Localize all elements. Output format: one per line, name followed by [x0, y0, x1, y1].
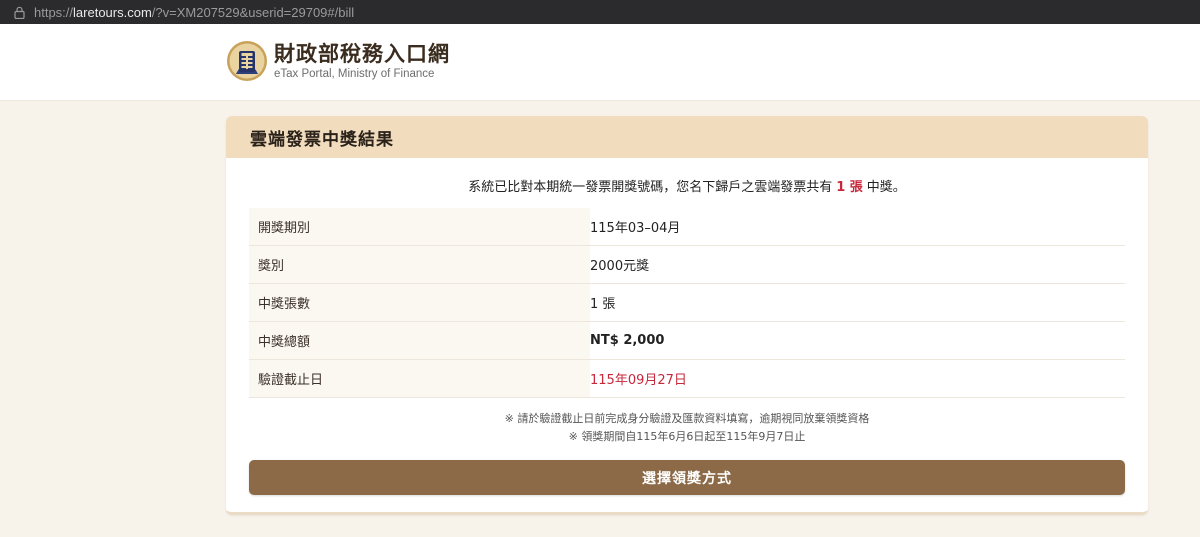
- url-text[interactable]: https://laretours.com/?v=XM207529&userid…: [34, 5, 354, 20]
- deadline-value: 115年09月27日: [590, 373, 687, 388]
- prize-total-value: NT$ 2,000: [590, 333, 665, 348]
- site-header: 財政部稅務入口網 eTax Portal, Ministry of Financ…: [0, 24, 1200, 101]
- url-path: /?v=XM207529&userid=29709#/bill: [151, 4, 355, 20]
- etax-seal-icon: [227, 41, 267, 81]
- prize-result-card: 雲端發票中獎結果 系統已比對本期統一發票開獎號碼，您名下歸戶之雲端發票共有 1 張…: [226, 116, 1148, 515]
- site-name-cn: 財政部稅務入口網: [274, 40, 450, 66]
- notes: ※ 請於驗證截止日前完成身分驗證及匯款資料填寫，逾期視同放棄領獎資格 ※ 領獎期…: [226, 410, 1148, 446]
- summary-text: 系統已比對本期統一發票開獎號碼，您名下歸戶之雲端發票共有 1 張中獎。: [226, 176, 1148, 195]
- row-label: 中獎總額: [249, 321, 590, 360]
- summary-prefix: 系統已比對本期統一發票開獎號碼，您名下歸戶之雲端發票共有: [468, 180, 833, 195]
- browser-address-bar[interactable]: https://laretours.com/?v=XM207529&userid…: [0, 0, 1200, 24]
- table-row: 中獎總額 NT$ 2,000: [249, 321, 1125, 360]
- row-value: 2000元獎: [590, 259, 650, 274]
- url-host: laretours.com: [73, 4, 152, 20]
- row-value: 1 張: [590, 297, 616, 312]
- row-label: 獎別: [249, 245, 590, 284]
- choose-claim-method-button[interactable]: 選擇領獎方式: [249, 460, 1125, 495]
- url-scheme: https://: [34, 4, 74, 20]
- row-label: 開獎期別: [249, 208, 590, 246]
- card-title: 雲端發票中獎結果: [250, 129, 394, 150]
- table-row: 驗證截止日 115年09月27日: [249, 359, 1125, 398]
- site-logo[interactable]: 財政部稅務入口網 eTax Portal, Ministry of Financ…: [226, 40, 450, 82]
- summary-suffix: 中獎。: [866, 180, 906, 195]
- note-line: ※ 請於驗證截止日前完成身分驗證及匯款資料填寫，逾期視同放棄領獎資格: [504, 412, 870, 425]
- table-row: 中獎張數 1 張: [249, 283, 1125, 322]
- site-name-en: eTax Portal, Ministry of Finance: [274, 67, 435, 80]
- row-label: 驗證截止日: [249, 359, 590, 398]
- card-header: 雲端發票中獎結果: [226, 116, 1148, 158]
- prize-info-table: 開獎期別 115年03–04月 獎別 2000元獎 中獎張數 1 張 中獎總額 …: [249, 208, 1125, 398]
- row-label: 中獎張數: [249, 283, 590, 322]
- summary-count: 1 張: [836, 180, 863, 195]
- table-row: 開獎期別 115年03–04月: [249, 208, 1125, 246]
- row-value: 115年03–04月: [590, 221, 681, 236]
- table-row: 獎別 2000元獎: [249, 245, 1125, 284]
- lock-icon[interactable]: [12, 5, 26, 19]
- note-line: ※ 領獎期間自115年6月6日起至115年9月7日止: [568, 430, 806, 443]
